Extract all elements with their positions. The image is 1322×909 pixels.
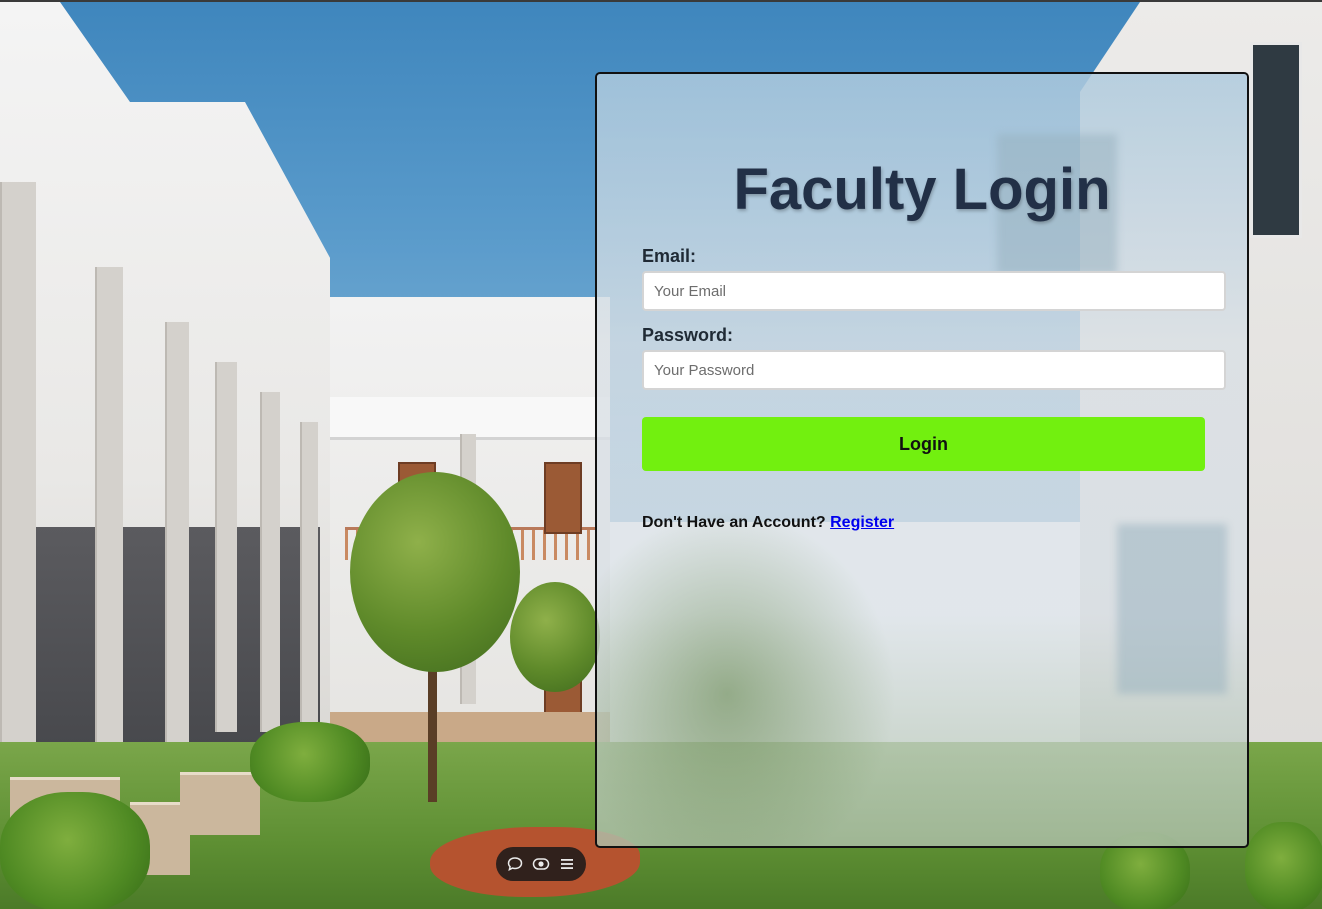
eye-toggle-icon[interactable] — [530, 853, 552, 875]
email-field[interactable] — [642, 271, 1226, 311]
password-field[interactable] — [642, 350, 1226, 390]
account-prompt-text: Don't Have an Account? — [642, 514, 826, 531]
page-background: Faculty Login Email: Password: Login Don… — [0, 0, 1322, 909]
register-prompt: Don't Have an Account? Register — [642, 514, 894, 532]
login-button[interactable]: Login — [642, 417, 1205, 471]
register-link[interactable]: Register — [830, 514, 894, 531]
email-label: Email: — [642, 246, 697, 266]
chat-bubble-icon[interactable] — [504, 853, 526, 875]
password-label: Password: — [642, 325, 734, 345]
hamburger-menu-icon[interactable] — [556, 853, 578, 875]
page-title: Faculty Login — [733, 157, 1111, 222]
floating-toolbar — [496, 847, 586, 881]
login-card: Faculty Login Email: Password: Login Don… — [595, 72, 1249, 848]
